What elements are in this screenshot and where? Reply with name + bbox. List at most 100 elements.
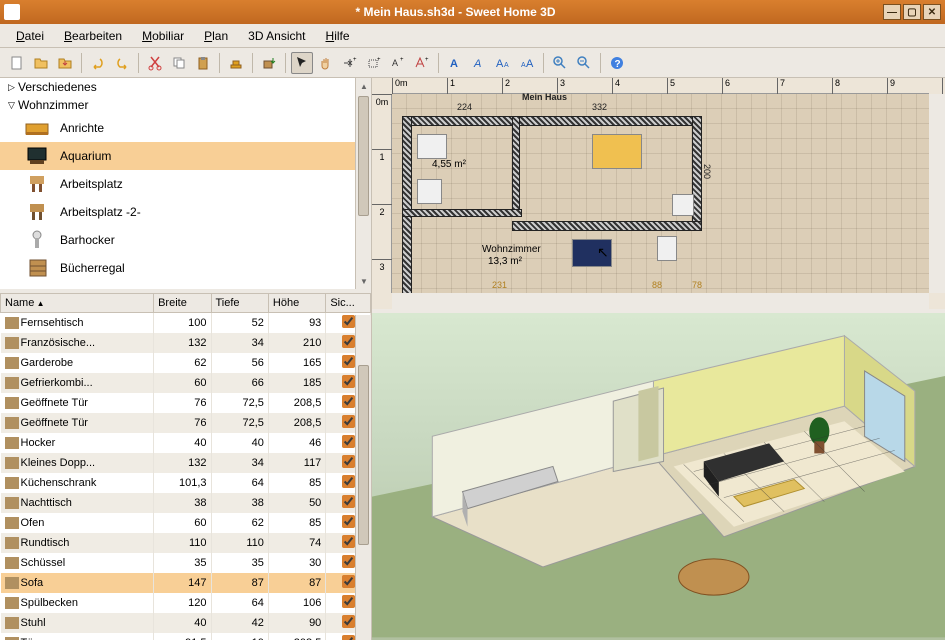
menu-hilfe[interactable]: Hilfe [318,27,358,45]
wall[interactable] [402,116,412,296]
catalog-item[interactable]: Aquarium [0,142,371,170]
col-breite[interactable]: Breite [154,294,211,313]
cut-button[interactable] [144,52,166,74]
furniture-table[interactable]: Name Breite Tiefe Höhe Sic... Fernsehtis… [0,293,371,640]
select-tool-button[interactable] [291,52,313,74]
table-row[interactable]: Rundtisch11011074 [1,533,371,553]
catalog-item[interactable]: Bücherregal [0,254,371,282]
visible-checkbox[interactable] [342,395,355,408]
visible-checkbox[interactable] [342,595,355,608]
table-row[interactable]: Geöffnete Tür7672,5208,5 [1,413,371,433]
save-file-button[interactable] [54,52,76,74]
text-style-bold-button[interactable]: A [444,52,466,74]
import-furniture-button[interactable] [258,52,280,74]
visible-checkbox[interactable] [342,535,355,548]
table-row[interactable]: Spülbecken12064106 [1,593,371,613]
open-file-button[interactable] [30,52,52,74]
visible-checkbox[interactable] [342,375,355,388]
pan-tool-button[interactable] [315,52,337,74]
text-tool-button[interactable]: + [411,52,433,74]
plan-scrollbar-horizontal[interactable] [392,293,929,309]
table-row[interactable]: Kleines Dopp...13234117 [1,453,371,473]
scrollbar-thumb[interactable] [358,365,369,545]
table-row[interactable]: Nachttisch383850 [1,493,371,513]
maximize-button[interactable]: ▢ [903,4,921,20]
view-3d[interactable] [372,313,945,640]
new-file-button[interactable] [6,52,28,74]
table-scrollbar[interactable] [355,315,371,640]
visible-checkbox[interactable] [342,455,355,468]
furniture-object[interactable] [417,179,442,204]
scroll-down-icon[interactable]: ▼ [356,273,371,289]
visible-checkbox[interactable] [342,475,355,488]
plan-2d-view[interactable]: 0m12345678910 0m123 Mein Haus 224 332 20… [372,78,945,313]
catalog-item[interactable]: Arbeitsplatz [0,170,371,198]
minimize-button[interactable]: — [883,4,901,20]
text-size-increase-button[interactable]: AA [492,52,514,74]
text-size-decrease-button[interactable]: AA [516,52,538,74]
furniture-bed[interactable] [592,134,642,169]
table-row[interactable]: Ofen606285 [1,513,371,533]
menu-datei[interactable]: Datei [8,27,52,45]
table-row[interactable]: Stuhl404290 [1,613,371,633]
wall[interactable] [402,209,522,217]
plan-scrollbar-vertical[interactable] [929,94,945,293]
zoom-out-button[interactable] [573,52,595,74]
col-sichtbar[interactable]: Sic... [326,294,371,313]
wall[interactable] [512,221,702,231]
undo-button[interactable] [87,52,109,74]
help-button[interactable]: ? [606,52,628,74]
menu-3d-ansicht[interactable]: 3D Ansicht [240,27,313,45]
paste-button[interactable] [192,52,214,74]
close-button[interactable]: ✕ [923,4,941,20]
visible-checkbox[interactable] [342,415,355,428]
wall-tool-button[interactable]: + [339,52,361,74]
scroll-up-icon[interactable]: ▲ [356,78,371,94]
copy-button[interactable] [168,52,190,74]
zoom-in-button[interactable] [549,52,571,74]
text-style-italic-button[interactable]: A [468,52,490,74]
dimension-tool-button[interactable]: A+ [387,52,409,74]
visible-checkbox[interactable] [342,575,355,588]
catalog-category-verschiedenes[interactable]: ▷Verschiedenes [0,78,371,96]
visible-checkbox[interactable] [342,495,355,508]
plan-canvas[interactable]: Mein Haus 224 332 200 4,55 m² Wohnzimmer… [392,94,929,293]
wall[interactable] [512,116,520,216]
table-row[interactable]: Hocker404046 [1,433,371,453]
table-row[interactable]: Geöffnete Tür7672,5208,5 [1,393,371,413]
furniture-object[interactable] [672,194,694,216]
visible-checkbox[interactable] [342,515,355,528]
add-furniture-button[interactable] [225,52,247,74]
table-row[interactable]: Gefrierkombi...6066185 [1,373,371,393]
visible-checkbox[interactable] [342,355,355,368]
col-name[interactable]: Name [1,294,154,313]
table-row[interactable]: Tür91,510208,5 [1,633,371,640]
col-hoehe[interactable]: Höhe [268,294,325,313]
furniture-object[interactable] [417,134,447,159]
table-row[interactable]: Französische...13234210 [1,333,371,353]
visible-checkbox[interactable] [342,335,355,348]
visible-checkbox[interactable] [342,315,355,328]
catalog-item[interactable]: Anrichte [0,114,371,142]
menu-plan[interactable]: Plan [196,27,236,45]
redo-button[interactable] [111,52,133,74]
scrollbar-thumb[interactable] [358,96,369,216]
wall[interactable] [402,116,702,126]
table-row[interactable]: Fernsehtisch1005293 [1,313,371,334]
table-row[interactable]: Sofa1478787 [1,573,371,593]
table-row[interactable]: Küchenschrank101,36485 [1,473,371,493]
table-row[interactable]: Schüssel353530 [1,553,371,573]
visible-checkbox[interactable] [342,635,355,640]
visible-checkbox[interactable] [342,615,355,628]
menu-mobiliar[interactable]: Mobiliar [134,27,192,45]
menu-bearbeiten[interactable]: Bearbeiten [56,27,130,45]
furniture-catalog-tree[interactable]: ▷Verschiedenes ▽Wohnzimmer AnrichteAquar… [0,78,371,293]
col-tiefe[interactable]: Tiefe [211,294,268,313]
table-row[interactable]: Garderobe6256165 [1,353,371,373]
furniture-object[interactable] [657,236,677,261]
catalog-scrollbar[interactable]: ▲ ▼ [355,78,371,289]
catalog-item[interactable]: Barhocker [0,226,371,254]
catalog-item[interactable]: Arbeitsplatz -2- [0,198,371,226]
room-tool-button[interactable]: + [363,52,385,74]
catalog-category-wohnzimmer[interactable]: ▽Wohnzimmer [0,96,371,114]
